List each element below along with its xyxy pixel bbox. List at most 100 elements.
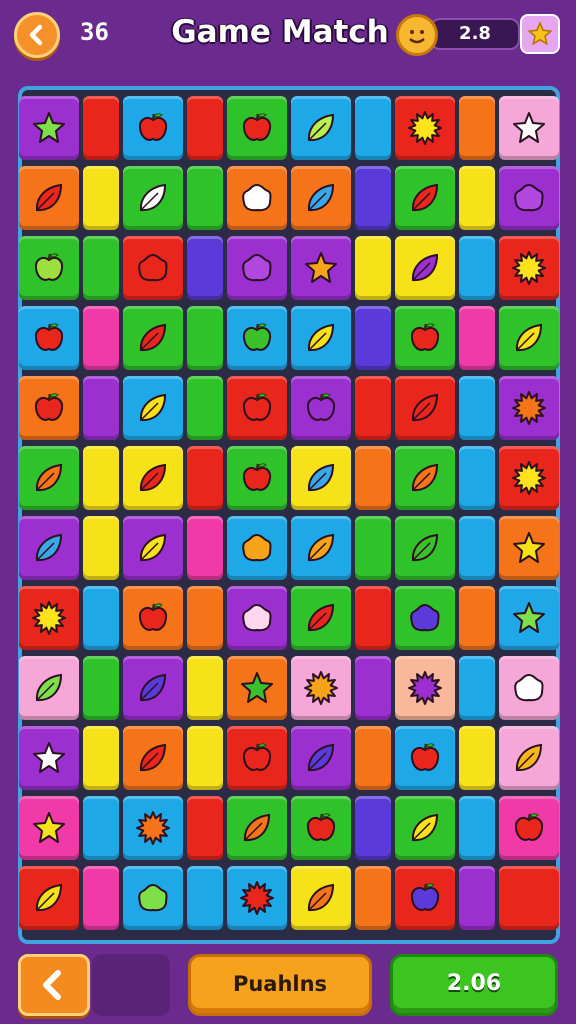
tile-r5-c5[interactable] bbox=[227, 376, 287, 440]
tile-r7-c6[interactable] bbox=[291, 516, 351, 580]
tile-r6-c7[interactable] bbox=[355, 446, 391, 510]
tile-r2-c1[interactable] bbox=[19, 166, 79, 230]
tile-r5-c6[interactable] bbox=[291, 376, 351, 440]
tile-r10-c2[interactable] bbox=[83, 726, 119, 790]
tile-r1-c3[interactable] bbox=[123, 96, 183, 160]
tile-r12-c1[interactable] bbox=[19, 866, 79, 930]
tile-r11-c6[interactable] bbox=[291, 796, 351, 860]
tile-r2-c9[interactable] bbox=[459, 166, 495, 230]
tile-r1-c5[interactable] bbox=[227, 96, 287, 160]
tile-r8-c4[interactable] bbox=[187, 586, 223, 650]
tile-r7-c2[interactable] bbox=[83, 516, 119, 580]
tile-r5-c7[interactable] bbox=[355, 376, 391, 440]
tile-r1-c2[interactable] bbox=[83, 96, 119, 160]
tile-r8-c6[interactable] bbox=[291, 586, 351, 650]
tile-r4-c10[interactable] bbox=[499, 306, 559, 370]
tile-r10-c10[interactable] bbox=[499, 726, 559, 790]
tile-r4-c6[interactable] bbox=[291, 306, 351, 370]
tile-r7-c9[interactable] bbox=[459, 516, 495, 580]
tile-r4-c8[interactable] bbox=[395, 306, 455, 370]
tile-r2-c8[interactable] bbox=[395, 166, 455, 230]
tile-r3-c2[interactable] bbox=[83, 236, 119, 300]
tile-r8-c8[interactable] bbox=[395, 586, 455, 650]
back-button[interactable] bbox=[14, 12, 60, 58]
tile-r9-c1[interactable] bbox=[19, 656, 79, 720]
tile-r10-c8[interactable] bbox=[395, 726, 455, 790]
tile-r6-c3[interactable] bbox=[123, 446, 183, 510]
tile-r1-c4[interactable] bbox=[187, 96, 223, 160]
tile-r10-c7[interactable] bbox=[355, 726, 391, 790]
tile-r12-c10[interactable] bbox=[499, 866, 559, 930]
tile-r4-c2[interactable] bbox=[83, 306, 119, 370]
tile-r5-c8[interactable] bbox=[395, 376, 455, 440]
tile-r4-c1[interactable] bbox=[19, 306, 79, 370]
tile-r8-c9[interactable] bbox=[459, 586, 495, 650]
tile-r10-c1[interactable] bbox=[19, 726, 79, 790]
tile-r2-c5[interactable] bbox=[227, 166, 287, 230]
bottom-back-button[interactable] bbox=[18, 954, 90, 1016]
tile-r1-c10[interactable] bbox=[499, 96, 559, 160]
tile-r3-c6[interactable] bbox=[291, 236, 351, 300]
tile-r11-c3[interactable] bbox=[123, 796, 183, 860]
tile-r6-c10[interactable] bbox=[499, 446, 559, 510]
tile-r4-c5[interactable] bbox=[227, 306, 287, 370]
tile-r10-c3[interactable] bbox=[123, 726, 183, 790]
tile-r8-c3[interactable] bbox=[123, 586, 183, 650]
tile-r12-c9[interactable] bbox=[459, 866, 495, 930]
tile-r9-c10[interactable] bbox=[499, 656, 559, 720]
tile-r5-c10[interactable] bbox=[499, 376, 559, 440]
tile-r10-c5[interactable] bbox=[227, 726, 287, 790]
tile-r3-c10[interactable] bbox=[499, 236, 559, 300]
tile-r2-c2[interactable] bbox=[83, 166, 119, 230]
tile-r12-c3[interactable] bbox=[123, 866, 183, 930]
tile-r11-c4[interactable] bbox=[187, 796, 223, 860]
tile-r5-c2[interactable] bbox=[83, 376, 119, 440]
tile-r3-c3[interactable] bbox=[123, 236, 183, 300]
tile-r6-c6[interactable] bbox=[291, 446, 351, 510]
tile-r1-c6[interactable] bbox=[291, 96, 351, 160]
tile-r11-c1[interactable] bbox=[19, 796, 79, 860]
tile-r11-c7[interactable] bbox=[355, 796, 391, 860]
tile-r7-c10[interactable] bbox=[499, 516, 559, 580]
tile-r3-c9[interactable] bbox=[459, 236, 495, 300]
tile-r6-c2[interactable] bbox=[83, 446, 119, 510]
tile-r9-c3[interactable] bbox=[123, 656, 183, 720]
tile-r5-c3[interactable] bbox=[123, 376, 183, 440]
tile-r8-c2[interactable] bbox=[83, 586, 119, 650]
tile-r12-c6[interactable] bbox=[291, 866, 351, 930]
tile-r11-c5[interactable] bbox=[227, 796, 287, 860]
tile-r12-c5[interactable] bbox=[227, 866, 287, 930]
tile-r1-c7[interactable] bbox=[355, 96, 391, 160]
star-button[interactable] bbox=[520, 14, 560, 54]
tile-r6-c5[interactable] bbox=[227, 446, 287, 510]
tile-r1-c9[interactable] bbox=[459, 96, 495, 160]
tile-r7-c3[interactable] bbox=[123, 516, 183, 580]
tile-r12-c8[interactable] bbox=[395, 866, 455, 930]
primary-action-button[interactable]: Puahlns bbox=[188, 954, 372, 1016]
tile-r9-c4[interactable] bbox=[187, 656, 223, 720]
tile-r7-c1[interactable] bbox=[19, 516, 79, 580]
tile-r11-c8[interactable] bbox=[395, 796, 455, 860]
tile-r2-c3[interactable] bbox=[123, 166, 183, 230]
tile-r8-c1[interactable] bbox=[19, 586, 79, 650]
tile-r4-c4[interactable] bbox=[187, 306, 223, 370]
tile-r8-c7[interactable] bbox=[355, 586, 391, 650]
tile-r12-c2[interactable] bbox=[83, 866, 119, 930]
tile-r6-c8[interactable] bbox=[395, 446, 455, 510]
tile-r4-c7[interactable] bbox=[355, 306, 391, 370]
tile-r8-c5[interactable] bbox=[227, 586, 287, 650]
tile-r7-c5[interactable] bbox=[227, 516, 287, 580]
tile-r6-c1[interactable] bbox=[19, 446, 79, 510]
tile-r11-c2[interactable] bbox=[83, 796, 119, 860]
tile-r7-c7[interactable] bbox=[355, 516, 391, 580]
tile-r1-c1[interactable] bbox=[19, 96, 79, 160]
tile-r12-c7[interactable] bbox=[355, 866, 391, 930]
tile-r5-c4[interactable] bbox=[187, 376, 223, 440]
tile-r7-c4[interactable] bbox=[187, 516, 223, 580]
tile-r10-c6[interactable] bbox=[291, 726, 351, 790]
tile-r2-c4[interactable] bbox=[187, 166, 223, 230]
tile-r1-c8[interactable] bbox=[395, 96, 455, 160]
tile-r10-c4[interactable] bbox=[187, 726, 223, 790]
tile-r11-c10[interactable] bbox=[499, 796, 559, 860]
tile-r8-c10[interactable] bbox=[499, 586, 559, 650]
